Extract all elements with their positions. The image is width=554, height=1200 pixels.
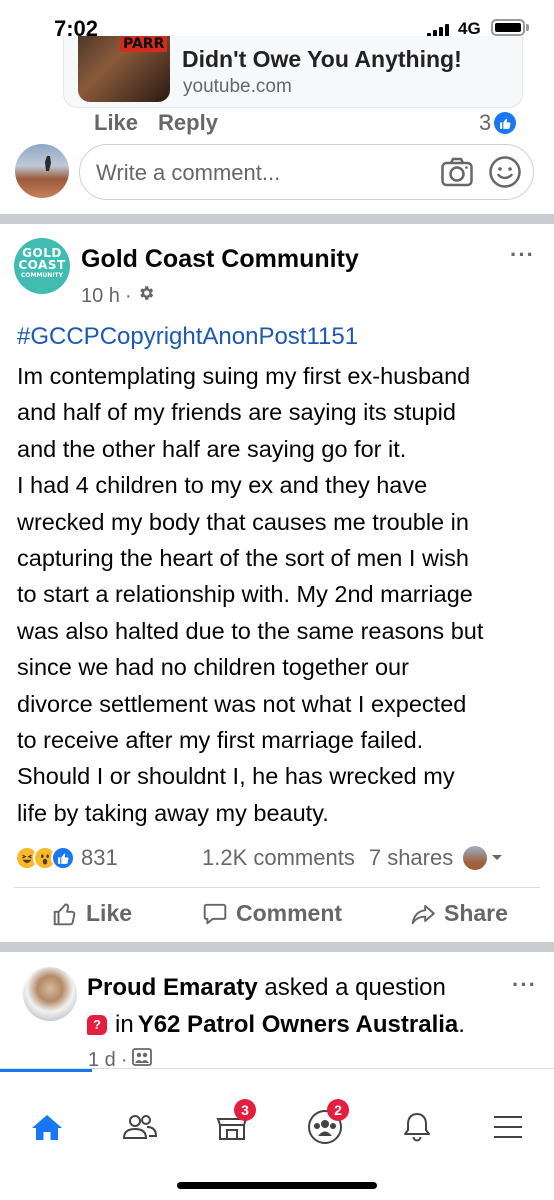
friends-icon xyxy=(122,1115,158,1139)
share-icon xyxy=(411,904,435,924)
post-line: to start a relationship with. My 2nd mar… xyxy=(17,581,473,608)
chevron-down-icon xyxy=(492,855,503,860)
like-button[interactable]: Like xyxy=(52,900,132,927)
feed-divider xyxy=(0,942,554,952)
comment-icon xyxy=(203,903,227,924)
post-line: Im contemplating suing my first ex-husba… xyxy=(17,363,471,389)
tab-notifications[interactable] xyxy=(397,1107,437,1147)
comment-placeholder: Write a comment... xyxy=(96,160,281,185)
home-indicator xyxy=(177,1182,377,1189)
menu-icon xyxy=(494,1116,522,1138)
group-suffix: . xyxy=(458,1011,465,1038)
post-line: to receive after my first marriage faile… xyxy=(17,727,424,754)
tab-marketplace[interactable]: 3 xyxy=(212,1099,256,1147)
link-preview-card[interactable]: PARR Didn't Owe You Anything! youtube.co… xyxy=(63,36,523,108)
post-line: I had 4 children to my ex and they have xyxy=(17,472,428,499)
page-logo-line3: COMMUNITY xyxy=(20,272,63,279)
post-stats: 1.2K comments 7 shares xyxy=(202,845,503,871)
tab-menu[interactable] xyxy=(488,1107,528,1147)
gear-icon xyxy=(137,284,155,308)
page-avatar[interactable]: GOLD COAST COMMUNITY xyxy=(14,238,70,294)
viewer-avatar xyxy=(463,846,488,870)
user-name[interactable]: Proud Emaraty xyxy=(87,974,258,1001)
like-reaction-icon xyxy=(51,846,75,870)
post-line: divorce settlement was not what I expect… xyxy=(17,690,467,717)
marketplace-badge: 3 xyxy=(234,1099,256,1121)
post-line: and the other half are saying go for it. xyxy=(17,435,407,462)
comments-count[interactable]: 1.2K comments xyxy=(202,845,355,871)
comment-reaction-number: 3 xyxy=(479,110,492,135)
link-thumbnail: PARR xyxy=(78,36,170,102)
share-label: Share xyxy=(444,900,508,926)
battery-icon xyxy=(491,19,525,36)
battery-tip xyxy=(526,24,529,31)
comment-button[interactable]: Comment xyxy=(202,900,342,927)
tab-groups[interactable]: 2 xyxy=(305,1099,349,1147)
post-line: life by taking away my beauty. xyxy=(17,799,329,826)
comment-like-button[interactable]: Like xyxy=(94,110,138,136)
camera-icon[interactable] xyxy=(441,157,473,192)
group-name[interactable]: Y62 Patrol Owners Australia xyxy=(138,1011,459,1038)
comment-reply-button[interactable]: Reply xyxy=(158,110,218,136)
comment-reaction-count[interactable]: 3 xyxy=(479,110,517,136)
post-line: and half of my friends are saying its st… xyxy=(17,399,456,426)
my-avatar[interactable] xyxy=(15,144,69,198)
post-options-button[interactable]: ··· xyxy=(510,242,535,268)
next-post-options-button[interactable]: ··· xyxy=(512,972,537,998)
thumbnail-brand-text: PARR xyxy=(120,36,168,52)
post-line: wrecked my body that causes me trouble i… xyxy=(17,508,469,535)
post-line: since we had no children together our xyxy=(17,654,409,681)
post-timestamp[interactable]: 10 h · xyxy=(81,284,155,308)
shares-count[interactable]: 7 shares xyxy=(369,845,453,871)
groups-badge: 2 xyxy=(327,1099,349,1121)
comment-label: Comment xyxy=(236,900,343,926)
next-post-header: Proud Emaraty asked a question xyxy=(87,974,446,1002)
page-logo-line2: COAST xyxy=(18,258,66,272)
viewer-selector[interactable] xyxy=(463,846,503,870)
question-icon: ? xyxy=(87,1015,107,1035)
post-line: Should I or shouldnt I, he has wrecked m… xyxy=(17,763,455,790)
post-body: Im contemplating suing my first ex-husba… xyxy=(17,358,547,831)
link-domain: youtube.com xyxy=(183,76,292,97)
link-title: Didn't Owe You Anything! xyxy=(182,46,462,72)
like-reaction-icon xyxy=(494,112,517,134)
in-text: in xyxy=(115,1011,134,1038)
emoji-icon[interactable] xyxy=(488,155,522,194)
bottom-tab-bar: 3 2 xyxy=(0,1068,554,1200)
post-line: capturing the heart of the sort of men I… xyxy=(17,545,469,572)
comment-input[interactable]: Write a comment... xyxy=(79,144,534,200)
share-button[interactable]: Share xyxy=(410,900,508,927)
post-time-text: 10 h xyxy=(81,284,120,307)
tab-friends[interactable] xyxy=(120,1107,160,1147)
post-hashtag[interactable]: #GCCPCopyrightAnonPost1151 xyxy=(17,323,358,351)
like-label: Like xyxy=(86,900,133,926)
reaction-count: 831 xyxy=(81,845,118,870)
comment-actions: Like Reply xyxy=(94,110,218,136)
tab-home[interactable] xyxy=(27,1107,67,1147)
feed-divider xyxy=(0,214,554,224)
bell-icon xyxy=(404,1113,430,1142)
thumbs-up-icon xyxy=(53,902,76,925)
user-avatar[interactable] xyxy=(23,967,77,1021)
post-line: was also halted due to the same reasons … xyxy=(17,617,484,644)
post-reactions[interactable]: 831 xyxy=(15,845,118,871)
page-name[interactable]: Gold Coast Community xyxy=(81,245,359,274)
active-tab-indicator xyxy=(0,1069,92,1072)
next-post-group-line: ? in Y62 Patrol Owners Australia. xyxy=(87,1011,465,1039)
post-action-text: asked a question xyxy=(264,974,446,1001)
post-actions: Like Comment Share xyxy=(0,900,554,936)
home-icon xyxy=(32,1115,62,1140)
post-actions-divider xyxy=(14,887,540,888)
